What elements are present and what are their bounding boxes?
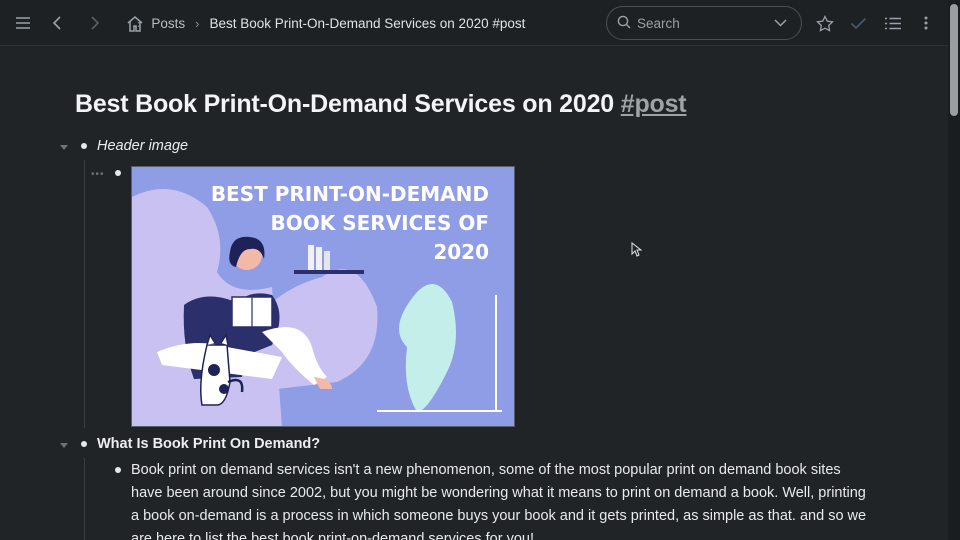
collapse-caret-icon[interactable]	[60, 145, 68, 150]
block-header-image-label[interactable]: Header image	[97, 138, 188, 154]
back-icon[interactable]	[45, 11, 69, 35]
page-title[interactable]: Best Book Print-On-Demand Services on 20…	[75, 90, 687, 119]
search-input[interactable]: Search	[606, 6, 802, 40]
block-heading[interactable]: What Is Book Print On Demand?	[97, 436, 320, 452]
scrollbar-thumb[interactable]	[950, 4, 958, 116]
block-paragraph[interactable]: Book print on demand services isn't a ne…	[131, 459, 871, 540]
drag-handle-icon[interactable]: •••	[91, 169, 105, 180]
top-bar: › Posts › Best Book Print-On-Demand Serv…	[0, 0, 948, 46]
list-icon[interactable]	[881, 11, 905, 35]
breadcrumb-separator: ›	[137, 15, 142, 31]
header-image-title-line-3: 2020	[433, 240, 489, 264]
forward-icon[interactable]	[83, 11, 107, 35]
breadcrumb: › Posts › Best Book Print-On-Demand Serv…	[127, 12, 525, 34]
bullet-icon[interactable]	[81, 441, 87, 447]
check-icon[interactable]	[846, 11, 870, 35]
more-icon[interactable]	[914, 11, 938, 35]
chevron-down-icon[interactable]	[774, 16, 787, 33]
indent-guide	[84, 160, 85, 428]
mouse-cursor-icon	[631, 241, 643, 262]
header-image-title-line-1: BEST PRINT-ON-DEMAND	[211, 182, 489, 206]
menu-icon[interactable]	[11, 11, 35, 35]
breadcrumb-separator: ›	[195, 15, 200, 31]
bullet-icon[interactable]	[115, 467, 121, 473]
page-title-tag[interactable]: #post	[621, 90, 687, 118]
star-icon[interactable]	[813, 11, 837, 35]
header-image[interactable]: BEST PRINT-ON-DEMAND BOOK SERVICES OF 2020	[131, 166, 515, 427]
search-icon	[617, 15, 631, 32]
breadcrumb-posts[interactable]: Posts	[151, 16, 185, 31]
vertical-scrollbar[interactable]	[948, 0, 960, 540]
bullet-icon[interactable]	[81, 143, 87, 149]
page-title-text: Best Book Print-On-Demand Services on 20…	[75, 90, 614, 118]
search-placeholder: Search	[637, 15, 680, 31]
breadcrumb-current-page[interactable]: Best Book Print-On-Demand Services on 20…	[209, 16, 525, 31]
collapse-caret-icon[interactable]	[60, 443, 68, 448]
indent-guide	[84, 458, 85, 540]
header-image-title-line-2: BOOK SERVICES OF	[271, 211, 489, 235]
bullet-icon[interactable]	[115, 170, 121, 176]
